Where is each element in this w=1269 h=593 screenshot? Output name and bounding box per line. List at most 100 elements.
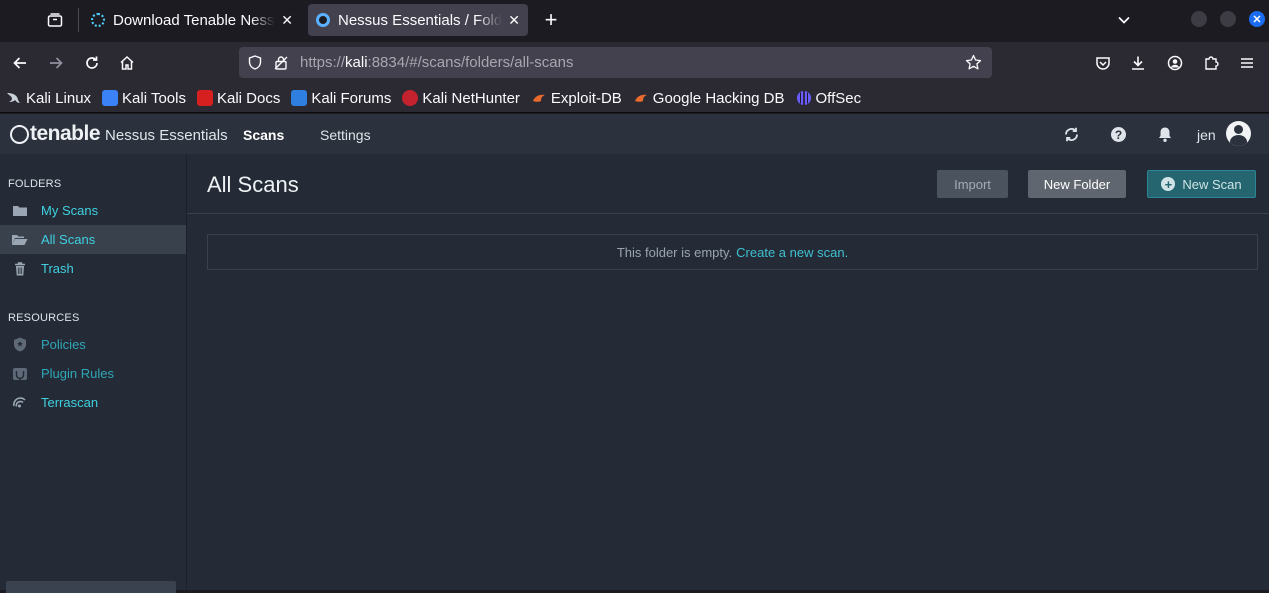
avatar-head: [1234, 125, 1243, 134]
plus-circle-icon: +: [1161, 177, 1176, 191]
minimize-window-button[interactable]: [1191, 11, 1207, 27]
extensions-button[interactable]: [1198, 50, 1224, 76]
tab-separator: [78, 8, 79, 32]
close-window-button[interactable]: ✕: [1249, 11, 1265, 27]
bookmark-kali-forums[interactable]: Kali Forums: [291, 90, 391, 107]
avatar-body: [1230, 135, 1247, 146]
new-scan-label: New Scan: [1182, 176, 1242, 192]
sidebar: FOLDERS My Scans All Scans Trash RESOURC…: [0, 154, 187, 593]
sidebar-item-policies[interactable]: Policies: [0, 330, 186, 359]
nav-scans[interactable]: Scans: [243, 127, 284, 143]
chevron-down-icon: [1118, 16, 1130, 24]
tracking-protection-shield-icon[interactable]: [242, 50, 268, 76]
terrascan-icon: [11, 396, 28, 410]
bookmark-exploit-db[interactable]: Exploit-DB: [531, 90, 622, 107]
plugin-icon: [11, 367, 28, 381]
menu-button[interactable]: [1234, 50, 1260, 76]
pocket-icon: [1096, 57, 1110, 70]
help-icon[interactable]: ?: [1111, 127, 1126, 142]
hamburger-menu-icon: [1241, 58, 1253, 68]
account-button[interactable]: [1162, 50, 1188, 76]
sidebar-footer-tab[interactable]: [6, 581, 176, 593]
bookmarks-toolbar: Kali Linux Kali Tools Kali Docs Kali For…: [0, 84, 1269, 113]
kali-docs-icon: [196, 90, 213, 106]
kali-forums-icon: [291, 90, 308, 106]
page-title: All Scans: [207, 172, 299, 197]
tab-download-nessus[interactable]: Download Tenable Nessus ✕: [83, 4, 301, 36]
sidebar-item-terrascan[interactable]: Terrascan: [0, 388, 186, 417]
bookmark-label: Kali Docs: [216, 89, 281, 107]
sidebar-item-label: All Scans: [41, 232, 96, 247]
nethunter-icon: [402, 90, 419, 106]
maximize-window-button[interactable]: [1220, 11, 1236, 27]
downloads-button[interactable]: [1125, 50, 1151, 76]
empty-text: This folder is empty.: [616, 244, 733, 260]
sidebar-item-label: My Scans: [41, 203, 99, 218]
product-name: Nessus Essentials: [105, 127, 228, 144]
close-tab-icon[interactable]: ✕: [508, 12, 520, 29]
list-all-tabs-button[interactable]: [1112, 8, 1136, 32]
page-header: All Scans Import New Folder + New Scan: [187, 154, 1269, 214]
insecure-lock-icon[interactable]: [268, 50, 294, 76]
sidebar-item-my-scans[interactable]: My Scans: [0, 196, 186, 225]
sidebar-item-trash[interactable]: Trash: [0, 254, 186, 283]
bookmark-label: Kali NetHunter: [422, 89, 520, 107]
bookmark-kali-nethunter[interactable]: Kali NetHunter: [402, 90, 520, 107]
sidebar-item-label: Trash: [41, 261, 74, 276]
bookmark-kali-linux[interactable]: Kali Linux: [6, 90, 91, 107]
forward-button[interactable]: [43, 50, 69, 76]
back-button[interactable]: [7, 50, 33, 76]
tab-nessus-all-scans[interactable]: Nessus Essentials / Folders / All Scans …: [308, 4, 528, 36]
notifications-button[interactable]: [1156, 125, 1174, 143]
home-button[interactable]: [114, 50, 140, 76]
firefox-view-icon: [47, 13, 63, 27]
url-text[interactable]: https://kali:8834/#/scans/folders/all-sc…: [300, 54, 574, 71]
new-scan-button[interactable]: + New Scan: [1147, 170, 1256, 198]
nav-settings[interactable]: Settings: [320, 127, 371, 143]
folder-icon: [11, 204, 28, 218]
main-content: All Scans Import New Folder + New Scan T…: [187, 154, 1269, 590]
sidebar-item-plugin-rules[interactable]: Plugin Rules: [0, 359, 186, 388]
sidebar-item-label: Plugin Rules: [41, 366, 114, 381]
resources-heading: RESOURCES: [8, 312, 80, 324]
create-new-scan-link[interactable]: Create a new scan.: [736, 245, 848, 260]
bookmark-kali-tools[interactable]: Kali Tools: [102, 90, 186, 107]
arrow-left-icon: [13, 57, 26, 69]
new-tab-button[interactable]: +: [537, 6, 565, 34]
shield-icon: [11, 337, 28, 352]
sidebar-item-label: Policies: [41, 337, 86, 352]
reload-button[interactable]: [79, 50, 105, 76]
firefox-view-button[interactable]: [38, 6, 72, 34]
folder-open-icon: [11, 233, 28, 247]
refresh-icon: [1064, 127, 1078, 141]
arrow-right-icon: [50, 57, 63, 69]
tenable-logo[interactable]: tenable Nessus Essentials: [10, 122, 228, 146]
sidebar-item-all-scans[interactable]: All Scans: [0, 225, 186, 254]
account-icon: [1167, 55, 1183, 71]
sidebar-item-label: Terrascan: [41, 395, 99, 410]
puzzle-icon: [1205, 56, 1219, 70]
user-avatar[interactable]: [1226, 121, 1251, 146]
username[interactable]: jen: [1197, 127, 1216, 143]
pocket-button[interactable]: [1090, 50, 1116, 76]
nessus-favicon-icon: [316, 13, 330, 27]
offsec-icon: [796, 90, 812, 106]
bookmark-offsec[interactable]: OffSec: [796, 90, 861, 107]
address-bar[interactable]: https://kali:8834/#/scans/folders/all-sc…: [239, 47, 992, 78]
bookmark-label: Google Hacking DB: [652, 89, 785, 107]
folders-heading: FOLDERS: [8, 178, 62, 190]
close-tab-icon[interactable]: ✕: [281, 12, 293, 29]
bookmark-label: Exploit-DB: [550, 89, 622, 107]
navigation-toolbar: https://kali:8834/#/scans/folders/all-sc…: [0, 42, 1269, 84]
kali-tools-icon: [102, 90, 119, 106]
new-folder-button[interactable]: New Folder: [1028, 170, 1126, 198]
ghdb-icon: [633, 90, 649, 106]
bookmark-star-icon[interactable]: [960, 49, 986, 75]
import-button[interactable]: Import: [937, 170, 1008, 198]
refresh-button[interactable]: [1062, 125, 1080, 143]
bookmark-google-hacking-db[interactable]: Google Hacking DB: [633, 90, 785, 107]
tab-title: Download Tenable Nessus: [113, 11, 276, 29]
bookmark-label: Kali Linux: [26, 89, 92, 107]
bookmark-kali-docs[interactable]: Kali Docs: [196, 89, 281, 107]
download-icon: [1132, 56, 1144, 70]
